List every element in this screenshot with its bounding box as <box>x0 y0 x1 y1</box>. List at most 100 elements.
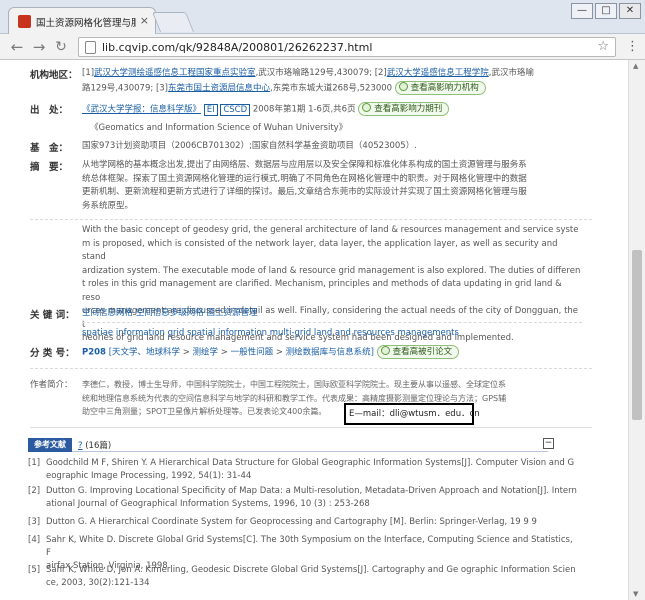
ei-badge[interactable]: EI <box>203 103 218 116</box>
path-separator: > <box>182 347 190 358</box>
scroll-down-arrow-icon[interactable]: ▼ <box>633 590 638 598</box>
author-intro-label: 作者简介： <box>30 380 73 390</box>
divider <box>30 219 592 220</box>
reference-line: Dutton G. A Hierarchical Coordinate Syst… <box>46 517 537 527</box>
view-high-impact-institutions-button[interactable]: 查看高影响力机构 <box>394 80 486 95</box>
maximize-button[interactable]: □ <box>595 3 617 19</box>
references-count: ? (16篇) <box>78 439 111 451</box>
keyword-link[interactable]: 空间信息多级网格 <box>136 308 204 318</box>
classification-label: 分 类 号： <box>30 348 75 359</box>
journal-english-title: 《Geomatics and Information Science of Wu… <box>90 123 348 133</box>
keywords-label: 关 键 词： <box>30 310 75 321</box>
button-label: 查看高影响力机构 <box>410 82 479 93</box>
magnifier-icon <box>380 346 390 355</box>
reference-number: [4] <box>28 535 41 545</box>
cscd-badge[interactable]: CSCD <box>220 103 251 116</box>
classification-path-item[interactable]: 测绘数据库与信息系统] <box>286 348 374 358</box>
references-count-text: (16篇) <box>85 441 112 451</box>
reference-number: [3] <box>28 517 41 527</box>
reference-line: ce, 2003, 30(2):121-134 <box>46 578 150 588</box>
references-tab[interactable]: 参考文献 <box>28 438 72 452</box>
url-text[interactable]: lib.cqvip.com/qk/92848A/200801/26262237.… <box>102 41 372 54</box>
abstract-zh-line: 更新机制、更新流程和更新方式进行了详细的探讨。最后,文章结合东莞市的实际设计并实… <box>82 187 527 197</box>
reference-number: [1] <box>28 458 41 468</box>
abstract-zh-line: 务系统原型。 <box>82 200 134 211</box>
path-separator: > <box>275 347 283 358</box>
affiliation-text-part: ,东莞市东城大道268号,523000 <box>270 83 393 93</box>
reference-text: Dutton G. Improving Locational Specifici… <box>46 485 578 511</box>
abstract-chinese: 从地学网格的基本概念出发,提出了由网络层、数据层与应用层以及安全保障和标准化体系… <box>82 159 582 213</box>
keywords-zh: 空间信息网格 空间信息多级网格 国土资源管理 <box>82 307 582 321</box>
reference-line: Dutton G. Improving Locational Specifici… <box>46 486 577 496</box>
back-arrow-icon[interactable]: ← <box>8 38 26 56</box>
affiliation-text-part: 路129号,430079; [3] <box>82 83 168 93</box>
author-intro-line: 统和地理信息系统为代表的空间信息科学与地学的科研和教学工作。代表成果：高精度摄影… <box>82 393 507 403</box>
button-label: 查看高被引论文 <box>392 347 453 357</box>
tab-title: 国土资源网格化管理与服 <box>36 18 136 29</box>
browser-tab-bar: 国土资源网格化管理与服 × — □ ✕ <box>0 0 645 34</box>
view-high-impact-journals-button[interactable]: 查看高影响力期刊 <box>358 102 450 116</box>
classification-text: P208 [天文学、地球科学 > 测绘学 > 一般性问题 > 测绘数据库与信息系… <box>82 345 582 360</box>
minimize-button[interactable]: — <box>571 3 593 19</box>
scrollbar-thumb[interactable] <box>632 250 642 420</box>
keyword-link[interactable]: 空间信息网格 <box>82 308 133 318</box>
magnifier-icon <box>362 103 372 112</box>
abstract-zh-line: 统总体框架。探索了国土资源网格化管理的运行模式,明确了不同角色在网格化管理中的职… <box>82 173 527 184</box>
abstract-en-line: t roles in this grid management are clar… <box>82 279 562 303</box>
affiliation-text-part: ,武汉市珞喻 <box>488 68 534 78</box>
view-highly-cited-papers-button[interactable]: 查看高被引论文 <box>376 345 460 359</box>
divider <box>30 368 592 369</box>
page-info-icon[interactable] <box>85 41 96 54</box>
abstract-en-line: With the basic concept of geodesy grid, … <box>82 225 579 235</box>
tab-close-icon[interactable]: × <box>140 14 149 27</box>
reference-number: [5] <box>28 565 41 575</box>
reference-text: Sahr K, White D, Jon A. Kimerling, Geode… <box>46 564 578 590</box>
keywords-en-link[interactable]: spatiae information grid spatial informa… <box>82 328 459 338</box>
close-window-button[interactable]: ✕ <box>619 3 641 19</box>
affiliation-text-part: ,武汉市珞喻路129号,430079; [2] <box>255 68 387 78</box>
window-controls: — □ ✕ <box>571 3 641 19</box>
keyword-link[interactable]: 国土资源管理 <box>206 308 257 318</box>
classification-path-item[interactable]: [天文学、地球科学 <box>109 348 180 358</box>
abstract-en-line: m is proposed, which is consisted of the… <box>82 238 558 263</box>
source-label: 出 处： <box>30 105 69 116</box>
abstract-zh-line: 从地学网格的基本概念出发,提出了由网络层、数据层与应用层以及安全保障和标准化体系… <box>82 160 527 170</box>
path-separator: > <box>220 347 228 358</box>
browser-tab[interactable]: 国土资源网格化管理与服 × <box>8 7 156 34</box>
affiliation-link-1[interactable]: 武汉大学测绘遥感信息工程国家重点实验室 <box>94 68 256 78</box>
classification-code[interactable]: P208 <box>82 348 106 358</box>
affiliation-text: [1]武汉大学测绘遥感信息工程国家重点实验室,武汉市珞喻路129号,430079… <box>82 67 582 96</box>
reference-line: Goodchild M F, Shiren Y. A Hierarchical … <box>46 458 575 468</box>
forward-arrow-icon[interactable]: → <box>30 38 48 56</box>
author-email[interactable]: E—mail：dli@wtusm．edu．cn <box>349 407 480 419</box>
divider <box>30 427 592 428</box>
reference-line: Sahr K, White D. Discrete Global Grid Sy… <box>46 535 573 558</box>
classification-path-item[interactable]: 测绘学 <box>193 348 219 358</box>
journal-link[interactable]: 《武汉大学学报：信息科学版》 <box>82 105 201 115</box>
affiliation-link-3[interactable]: 东莞市国土资源局信息中心 <box>168 83 270 93</box>
classification-path-item[interactable]: 一般性问题 <box>231 348 274 358</box>
scroll-up-arrow-icon[interactable]: ▲ <box>633 62 638 70</box>
references-header: 参考文献 ? (16篇) − <box>28 438 554 452</box>
button-label: 查看高影响力期刊 <box>374 104 443 114</box>
new-tab-button[interactable] <box>151 12 195 32</box>
address-bar[interactable]: lib.cqvip.com/qk/92848A/200801/26262237.… <box>78 37 616 57</box>
browser-menu-icon[interactable]: ⋮ <box>626 39 639 54</box>
abstract-en-line: ardization system. The executable mode o… <box>82 265 581 276</box>
help-icon[interactable]: ? <box>78 441 83 451</box>
browser-toolbar: ← → ↻ lib.cqvip.com/qk/92848A/200801/262… <box>0 34 645 60</box>
reload-icon[interactable]: ↻ <box>52 38 70 56</box>
affiliation-link-2[interactable]: 武汉大学遥感信息工程学院 <box>387 68 489 78</box>
issue-info: 2008年第1期 1-6页,共6页 <box>252 104 356 115</box>
site-favicon-icon <box>18 15 31 28</box>
author-intro-line: 助空中三角测量；SPOT卫星像片解析处理等。已发表论文400余篇。 <box>82 407 327 416</box>
bookmark-star-icon[interactable]: ☆ <box>597 39 609 54</box>
reference-line: eographic Image Processing, 1992, 54(1):… <box>46 471 252 481</box>
vertical-scrollbar[interactable]: ▲ ▼ <box>628 60 645 600</box>
reference-text: Goodchild M F, Shiren Y. A Hierarchical … <box>46 457 578 483</box>
collapse-button[interactable]: − <box>543 438 554 449</box>
divider <box>82 322 582 323</box>
page-content: 机构地区： [1]武汉大学测绘遥感信息工程国家重点实验室,武汉市珞喻路129号,… <box>0 60 628 600</box>
author-intro-text: 李德仁，教授，博士生导师，中国科学院院士，中国工程院院士，国际欧亚科学院院士。现… <box>82 378 587 419</box>
fund-text: 国家973计划资助项目（2006CB701302）;国家自然科学基金资助项目（4… <box>82 141 417 151</box>
